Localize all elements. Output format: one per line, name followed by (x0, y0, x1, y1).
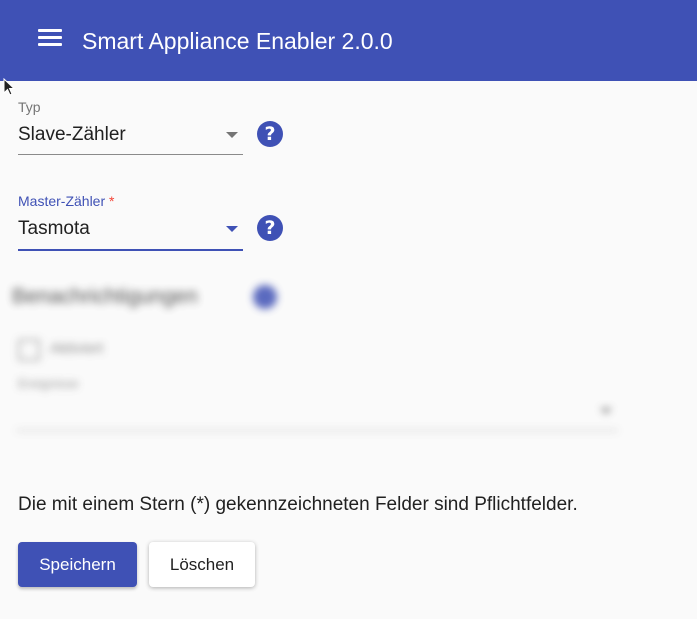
question-circle-icon[interactable]: ? (257, 121, 283, 147)
save-button[interactable]: Speichern (18, 542, 137, 587)
typ-label: Typ (18, 99, 41, 115)
notifications-title: Benachrichtigungen (12, 285, 198, 308)
notifications-enabled-label: Aktiviert (50, 340, 104, 357)
typ-underline (18, 154, 243, 155)
chevron-down-icon (226, 226, 238, 232)
question-circle-icon[interactable] (253, 285, 277, 309)
question-circle-icon[interactable]: ? (257, 215, 283, 241)
master-zaehler-label-text: Master-Zähler (18, 193, 106, 209)
master-zaehler-value: Tasmota (18, 218, 90, 239)
app-title: Smart Appliance Enabler 2.0.0 (82, 28, 393, 54)
page: Smart Appliance Enabler 2.0.0 Typ Slave-… (0, 0, 697, 619)
mouse-cursor-icon (3, 78, 16, 96)
app-toolbar: Smart Appliance Enabler 2.0.0 (0, 0, 697, 81)
chevron-down-icon (226, 132, 238, 138)
delete-button[interactable]: Löschen (149, 542, 255, 587)
master-zaehler-select[interactable]: Master-Zähler * Tasmota (18, 193, 243, 253)
typ-select[interactable]: Typ Slave-Zähler (18, 99, 243, 157)
notifications-enabled-checkbox[interactable] (18, 339, 40, 361)
notifications-events-underline (16, 430, 618, 431)
hamburger-menu-icon[interactable] (32, 24, 68, 54)
master-zaehler-label: Master-Zähler * (18, 193, 114, 209)
notifications-section: Benachrichtigungen Aktiviert Ereignisse (0, 270, 697, 450)
chevron-down-icon[interactable] (600, 408, 612, 414)
typ-value: Slave-Zähler (18, 124, 126, 145)
required-fields-hint: Die mit einem Stern (*) gekennzeichneten… (18, 494, 578, 515)
required-marker: * (109, 193, 115, 209)
notifications-events-label: Ereignisse (18, 376, 79, 391)
master-zaehler-underline (18, 249, 243, 251)
